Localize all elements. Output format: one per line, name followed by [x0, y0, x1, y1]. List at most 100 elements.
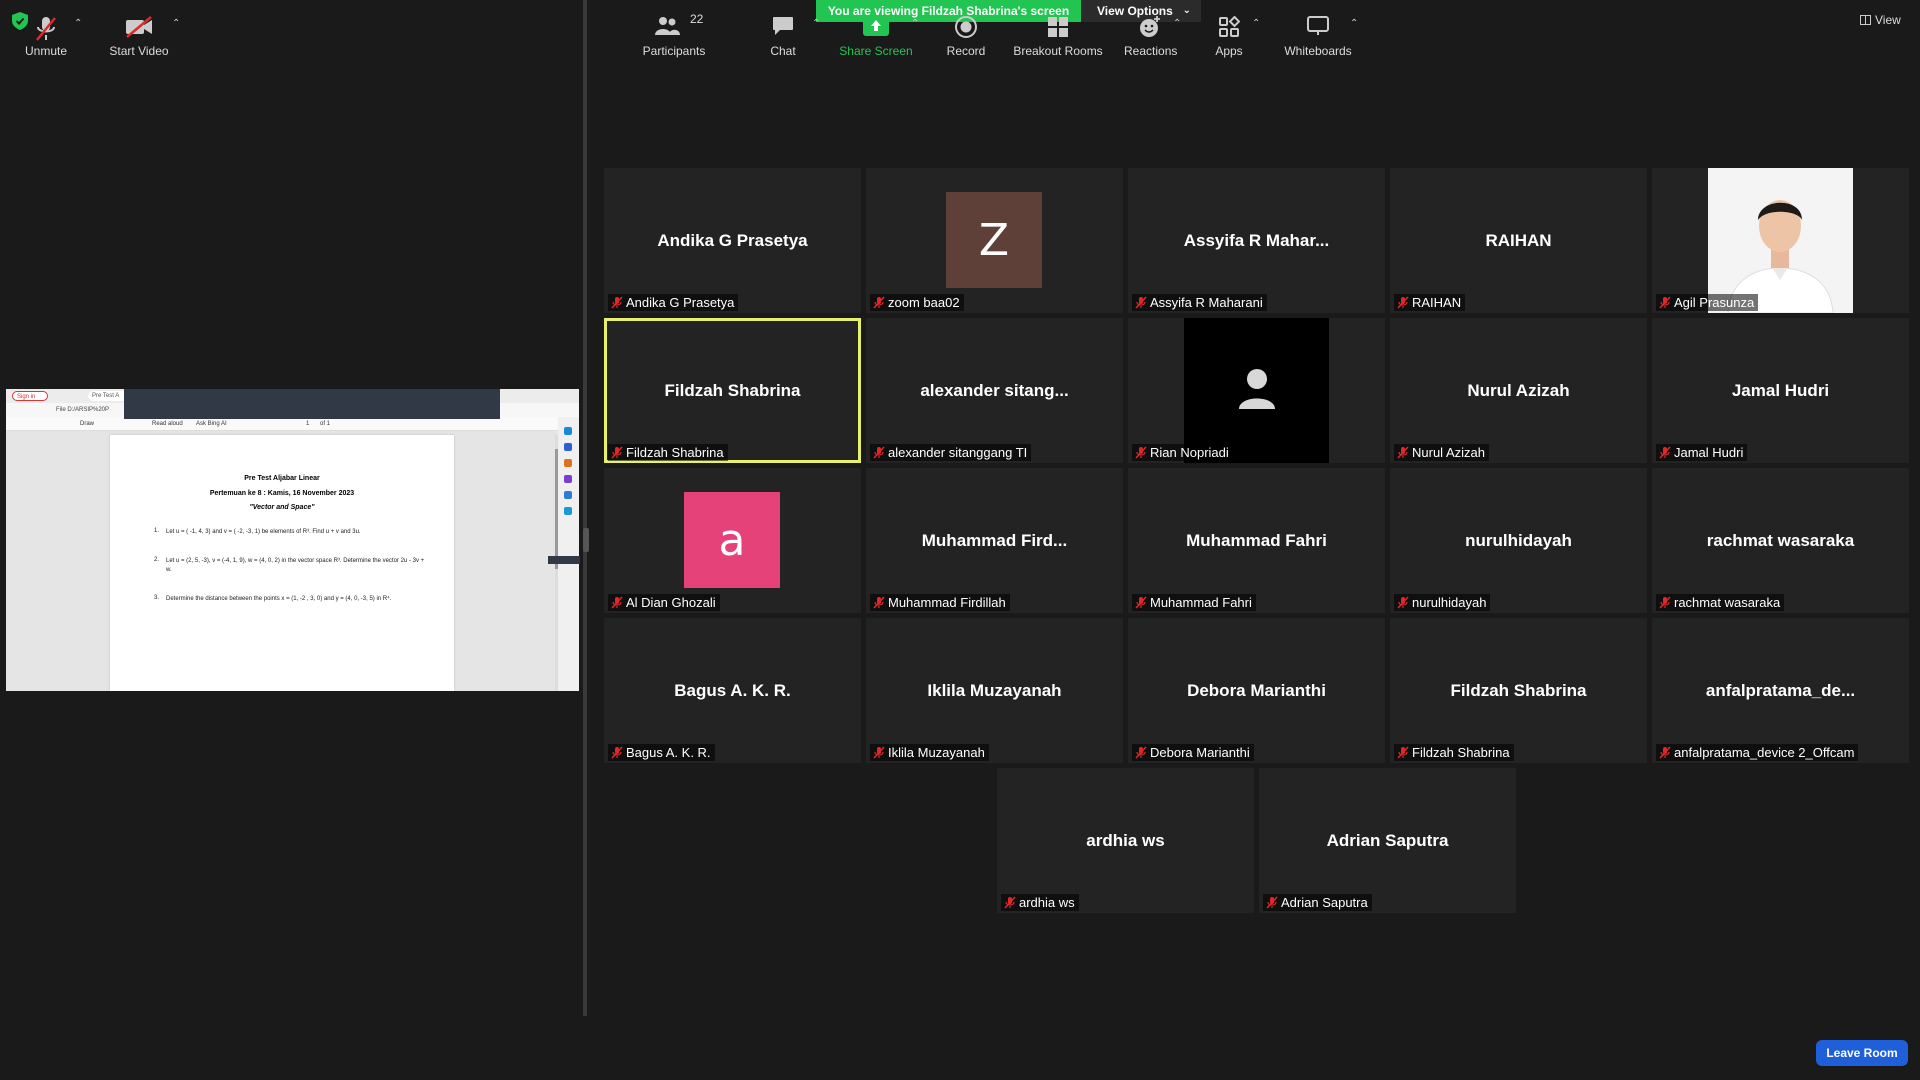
share-options-caret[interactable]: ⌃: [911, 0, 921, 64]
participant-tile[interactable]: Rian Nopriadi: [1128, 318, 1385, 463]
muted-microphone-icon: [1135, 446, 1147, 459]
participant-display-name: Muhammad Fahri: [1186, 531, 1327, 550]
participant-name: Muhammad Fahri: [1150, 595, 1252, 610]
question-text: Let u = ( -1, 4, 3) and v = ( -2, -3, 1)…: [166, 529, 361, 535]
participant-tile[interactable]: Jamal Hudri Jamal Hudri: [1652, 318, 1909, 463]
chat-options-caret[interactable]: ⌃: [812, 0, 822, 64]
shared-screen-view[interactable]: Sign in Pre Test A File D:/ARSIP%20P Dra…: [6, 389, 579, 691]
muted-microphone-icon: [611, 746, 623, 759]
share-screen-button[interactable]: Share Screen: [836, 0, 916, 64]
apps-icon: [1219, 16, 1240, 37]
person-silhouette-icon: [1239, 369, 1275, 409]
share-control-tab[interactable]: [548, 556, 580, 564]
participant-name: Al Dian Ghozali: [626, 595, 716, 610]
participant-name: RAIHAN: [1412, 295, 1462, 310]
chevron-down-icon: ⌄: [1182, 5, 1191, 16]
unmute-button[interactable]: Unmute: [14, 0, 78, 64]
muted-microphone-icon: [1659, 296, 1671, 309]
start-video-button[interactable]: Start Video: [104, 0, 174, 64]
participant-display-name: Assyifa R Mahar...: [1183, 231, 1330, 250]
question-number: 3.: [154, 595, 160, 601]
muted-microphone-icon: [1397, 746, 1409, 759]
participant-tile[interactable]: RAIHAN RAIHAN: [1390, 168, 1647, 313]
participant-tile[interactable]: Bagus A. K. R. Bagus A. K. R.: [604, 618, 861, 763]
muted-microphone-icon: [1397, 596, 1409, 609]
share-screen-icon: [863, 16, 889, 36]
participant-tile[interactable]: Muhammad Fahri Muhammad Fahri: [1128, 468, 1385, 613]
participant-name: ardhia ws: [1019, 895, 1075, 910]
participant-name-caption: RAIHAN: [1394, 294, 1466, 311]
participants-button[interactable]: 22 Participants: [640, 0, 708, 64]
participant-display-name: rachmat wasaraka: [1706, 531, 1855, 550]
sidebar-app-icon[interactable]: [564, 443, 572, 451]
participant-display-name: Adrian Saputra: [1326, 831, 1449, 850]
participant-name-caption: Muhammad Firdillah: [870, 594, 1010, 611]
apps-label: Apps: [1215, 44, 1243, 58]
start-video-label: Start Video: [109, 44, 169, 58]
whiteboards-button[interactable]: Whiteboards: [1280, 0, 1356, 64]
pdf-draw-button[interactable]: Draw: [80, 417, 94, 431]
participant-tile[interactable]: Muhammad Fird... Muhammad Firdillah: [866, 468, 1123, 613]
chevron-up-icon: ⌃: [172, 18, 181, 29]
muted-microphone-icon: [1659, 446, 1671, 459]
breakout-rooms-button[interactable]: Breakout Rooms: [1012, 0, 1104, 64]
participant-tile[interactable]: ardhia ws ardhia ws: [997, 768, 1254, 913]
pdf-page-number[interactable]: 1: [306, 417, 309, 431]
sidebar-app-icon[interactable]: [564, 491, 572, 499]
participant-display-name: ardhia ws: [1086, 831, 1165, 850]
participant-tile[interactable]: Adrian Saputra Adrian Saputra: [1259, 768, 1516, 913]
muted-microphone-icon: [611, 596, 623, 609]
participant-tile[interactable]: Andika G Prasetya Andika G Prasetya: [604, 168, 861, 313]
sidebar-app-icon[interactable]: [564, 427, 572, 435]
sidebar-app-icon[interactable]: [564, 459, 572, 467]
muted-microphone-icon: [1004, 896, 1016, 909]
whiteboards-options-caret[interactable]: ⌃: [1350, 0, 1360, 64]
participant-tile[interactable]: alexander sitang... alexander sitanggang …: [866, 318, 1123, 463]
participant-tile[interactable]: Iklila Muzayanah Iklila Muzayanah: [866, 618, 1123, 763]
participant-tile[interactable]: nurulhidayah nurulhidayah: [1390, 468, 1647, 613]
sidebar-app-icon[interactable]: [564, 475, 572, 483]
participant-tile[interactable]: Nurul Azizah Nurul Azizah: [1390, 318, 1647, 463]
participant-avatar: a: [684, 492, 780, 588]
participant-name-caption: anfalpratama_device 2_Offcam: [1656, 744, 1859, 761]
audio-options-caret[interactable]: ⌃: [74, 0, 84, 64]
participant-display-name: Bagus A. K. R.: [674, 681, 791, 700]
participant-tile[interactable]: a Al Dian Ghozali: [604, 468, 861, 613]
participant-tile[interactable]: Fildzah Shabrina Fildzah Shabrina: [604, 318, 861, 463]
participant-tile[interactable]: Fildzah Shabrina Fildzah Shabrina: [1390, 618, 1647, 763]
apps-options-caret[interactable]: ⌃: [1252, 0, 1262, 64]
chevron-up-icon: ⌃: [911, 18, 920, 29]
chevron-up-icon: ⌃: [1173, 18, 1182, 29]
doc-title: Pre Test Aljabar Linear: [244, 475, 320, 482]
browser-pdf-tab[interactable]: Pre Test A: [88, 391, 128, 401]
participant-display-name: Andika G Prasetya: [657, 231, 808, 250]
apps-button[interactable]: Apps: [1206, 0, 1252, 64]
view-button[interactable]: View: [1860, 10, 1910, 30]
reactions-button[interactable]: Reactions: [1124, 0, 1177, 64]
participant-tile[interactable]: Agil Prasunza: [1652, 168, 1909, 313]
reactions-options-caret[interactable]: ⌃: [1173, 0, 1183, 64]
record-button[interactable]: Record: [940, 0, 992, 64]
video-off-icon: [126, 16, 152, 38]
participant-tile[interactable]: Debora Marianthi Debora Marianthi: [1128, 618, 1385, 763]
pdf-ask-button[interactable]: Ask Bing AI: [196, 417, 227, 431]
pane-divider[interactable]: [583, 0, 587, 1016]
browser-signin-tab[interactable]: Sign in: [12, 391, 48, 401]
video-options-caret[interactable]: ⌃: [172, 0, 182, 64]
participant-tile[interactable]: rachmat wasaraka rachmat wasaraka: [1652, 468, 1909, 613]
participant-display-name: Fildzah Shabrina: [664, 381, 801, 400]
participants-count: 22: [690, 12, 704, 26]
participant-avatar: Z: [946, 192, 1042, 288]
participants-label: Participants: [642, 44, 706, 58]
leave-room-button[interactable]: Leave Room: [1816, 1040, 1908, 1066]
pdf-read-aloud-button[interactable]: Read aloud: [152, 417, 183, 431]
participant-tile[interactable]: anfalpratama_de... anfalpratama_device 2_…: [1652, 618, 1909, 763]
pane-divider-handle[interactable]: [583, 528, 589, 552]
participant-tile[interactable]: Assyifa R Mahar... Assyifa R Maharani: [1128, 168, 1385, 313]
chat-button[interactable]: Chat: [760, 0, 806, 64]
chat-label: Chat: [770, 44, 796, 58]
participant-tile[interactable]: Zzoom baa02: [866, 168, 1123, 313]
participant-name: nurulhidayah: [1412, 595, 1487, 610]
sidebar-app-icon[interactable]: [564, 507, 572, 515]
chat-icon: [773, 17, 793, 35]
